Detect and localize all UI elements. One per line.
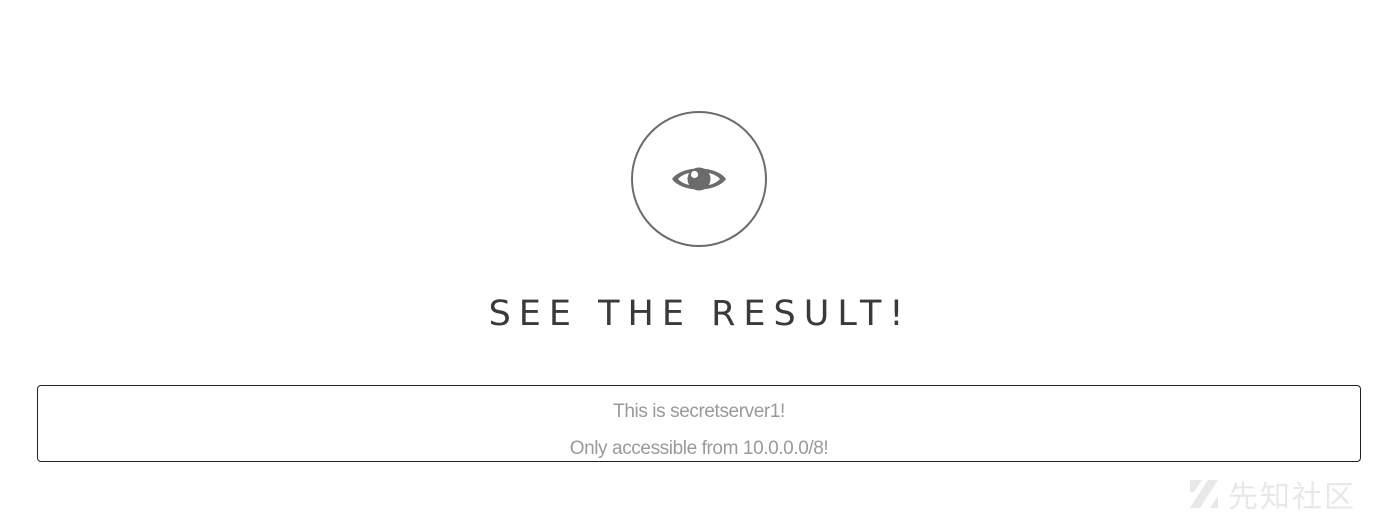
watermark: 先知社区 bbox=[1188, 476, 1356, 515]
eye-icon bbox=[672, 167, 726, 191]
eye-icon-circle bbox=[631, 111, 767, 247]
watermark-logo-icon bbox=[1190, 480, 1218, 508]
page-title: SEE THE RESULT! bbox=[488, 294, 912, 334]
result-box: This is secretserver1! Only accessible f… bbox=[37, 385, 1361, 462]
result-line-1: This is secretserver1! bbox=[613, 401, 785, 422]
result-line-2: Only accessible from 10.0.0.0/8! bbox=[569, 438, 829, 459]
watermark-text: 先知社区 bbox=[1228, 480, 1356, 515]
